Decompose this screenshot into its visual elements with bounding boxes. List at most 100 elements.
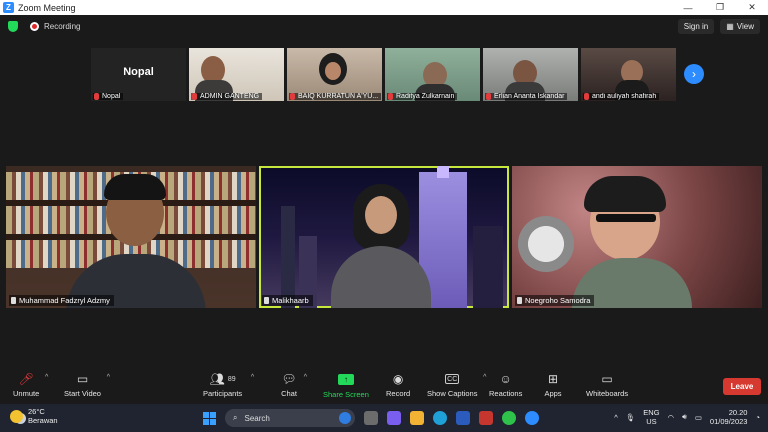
unmute-button[interactable]: 🎤︎ Unmute ^ xyxy=(13,372,48,398)
recording-label: Recording xyxy=(44,21,81,31)
mic-icon[interactable]: 🎙︎ xyxy=(626,413,636,422)
close-icon[interactable]: ✕ xyxy=(736,0,768,15)
participant-thumbnail[interactable]: andi auliyah shafirah xyxy=(581,48,676,101)
file-explorer-icon[interactable] xyxy=(410,411,424,425)
taskbar-search[interactable]: ⌕ Search xyxy=(225,409,355,427)
participant-thumbnail[interactable]: ADMIN GANTENG xyxy=(189,48,284,101)
battery-icon[interactable]: ▭ xyxy=(695,413,702,422)
chevron-up-icon[interactable]: ^ xyxy=(45,374,48,381)
grid-icon: ▦ xyxy=(726,22,734,31)
teams-icon[interactable] xyxy=(387,411,401,425)
maximize-icon[interactable]: ❐ xyxy=(704,0,736,15)
microphone xyxy=(518,216,574,272)
participant-strip: Nopal Nopal ADMIN GANTENG BAIQ KURRATUN … xyxy=(91,48,676,101)
mic-off-icon: 🎤︎ xyxy=(18,372,34,386)
search-icon: ⌕ xyxy=(233,413,238,422)
volume-icon[interactable]: 🔊︎ xyxy=(682,412,687,422)
participant-name: Raditya Zulkarnain xyxy=(387,93,458,100)
system-tray: ^ 🎙︎ ENG US ◠ 🔊︎ ▭ 20.20 01/09/2023 ◔ xyxy=(614,408,760,426)
meeting-topbar: Recording Sign in ▦ View xyxy=(0,15,768,37)
chevron-up-icon[interactable]: ^ xyxy=(483,374,486,381)
participant-video xyxy=(325,62,341,80)
share-screen-button[interactable]: ↑ Share Screen xyxy=(323,372,369,399)
speaker-name: Noegroho Samodra xyxy=(515,295,595,306)
participant-center-name: Nopal xyxy=(123,66,154,78)
pin-icon xyxy=(11,297,16,304)
participant-thumbnail[interactable]: Erlian Ananta Iskandar xyxy=(483,48,578,101)
chevron-up-icon[interactable]: ^ xyxy=(614,413,618,422)
chevron-up-icon[interactable]: ^ xyxy=(107,374,110,381)
speaker-name: Muhammad Fadzryl Adzmy xyxy=(9,295,114,306)
participant-name: Erlian Ananta Iskandar xyxy=(485,93,568,100)
active-speaker-tile[interactable]: Malikhaarb xyxy=(259,166,509,308)
os-taskbar: 26°C Berawan ⌕ Search ^ 🎙︎ ENG US ◠ 🔊︎ ▭… xyxy=(0,404,768,432)
window-titlebar: Z Zoom Meeting — ❐ ✕ xyxy=(0,0,768,15)
recording-icon xyxy=(30,21,39,31)
speaker-tile[interactable]: Muhammad Fadzryl Adzmy xyxy=(6,166,256,308)
participant-thumbnail[interactable]: Nopal Nopal xyxy=(91,48,186,101)
edge-icon[interactable] xyxy=(433,411,447,425)
task-view-icon[interactable] xyxy=(364,411,378,425)
mic-muted-icon xyxy=(94,93,99,100)
clock[interactable]: 20.20 01/09/2023 xyxy=(710,408,748,426)
security-shield-icon[interactable] xyxy=(8,20,18,32)
speaker-video xyxy=(331,246,431,308)
building xyxy=(473,226,503,308)
speaker-stage: Muhammad Fadzryl Adzmy Malikhaarb Noegro… xyxy=(6,166,762,308)
captions-icon: CC xyxy=(445,374,460,384)
chevron-up-icon[interactable]: ^ xyxy=(304,374,307,381)
pin-icon xyxy=(264,297,269,304)
next-page-button[interactable]: › xyxy=(684,64,704,84)
mic-muted-icon xyxy=(486,93,491,100)
participant-thumbnail[interactable]: Raditya Zulkarnain xyxy=(385,48,480,101)
building xyxy=(437,166,449,178)
mic-muted-icon xyxy=(388,93,393,100)
apps-button[interactable]: ⊞ Apps xyxy=(544,372,562,398)
partly-cloudy-icon xyxy=(10,409,23,423)
wifi-icon[interactable]: ◠ xyxy=(668,413,675,422)
speaker-video xyxy=(584,176,666,212)
time: 20.20 xyxy=(728,408,748,417)
start-video-button[interactable]: ▭ Start Video ^ xyxy=(64,372,110,398)
share-screen-icon: ↑ xyxy=(337,374,354,385)
speaker-tile[interactable]: Noegroho Samodra xyxy=(512,166,762,308)
participant-name: ADMIN GANTENG xyxy=(191,93,263,100)
speaker-video xyxy=(104,174,166,200)
show-captions-button[interactable]: CC Show Captions ^ xyxy=(427,372,486,398)
word-icon[interactable] xyxy=(456,411,470,425)
reactions-button[interactable]: ☺ Reactions xyxy=(489,372,522,398)
search-placeholder: Search xyxy=(244,413,270,423)
mic-muted-icon xyxy=(584,93,589,100)
chevron-up-icon[interactable]: ^ xyxy=(251,374,254,381)
language-indicator[interactable]: ENG US xyxy=(643,408,659,426)
record-icon: ◉ xyxy=(392,372,404,386)
mic-muted-icon xyxy=(290,93,295,100)
zoom-logo-icon: Z xyxy=(3,2,14,13)
chat-icon: 💬︎ xyxy=(281,372,297,386)
window-controls: — ❐ ✕ xyxy=(672,0,768,15)
app-icon[interactable] xyxy=(479,411,493,425)
minimize-icon[interactable]: — xyxy=(672,0,704,15)
sign-in-button[interactable]: Sign in xyxy=(677,19,715,34)
apps-icon: ⊞ xyxy=(547,372,559,386)
view-button[interactable]: ▦ View xyxy=(720,19,760,34)
weather-widget[interactable]: 26°C Berawan xyxy=(10,407,58,425)
windows-start-icon[interactable] xyxy=(203,411,216,425)
record-button[interactable]: ◉ Record xyxy=(386,372,410,398)
whiteboards-button[interactable]: ▭ Whiteboards xyxy=(586,372,628,398)
leave-button[interactable]: Leave xyxy=(723,378,761,395)
mic-muted-icon xyxy=(192,93,197,100)
video-off-icon: ▭ xyxy=(76,372,89,386)
whatsapp-icon[interactable] xyxy=(502,411,516,425)
glasses xyxy=(596,214,656,222)
bing-icon xyxy=(339,412,351,424)
speaker-name: Malikhaarb xyxy=(262,295,313,306)
participants-button[interactable]: 👥︎ 89 Participants ^ xyxy=(203,372,254,398)
chat-button[interactable]: 💬︎ Chat ^ xyxy=(280,372,307,398)
participant-thumbnail[interactable]: BAIQ KURRATUN A'YU... xyxy=(287,48,382,101)
zoom-taskbar-icon[interactable] xyxy=(525,411,539,425)
participant-name: andi auliyah shafirah xyxy=(583,93,660,100)
notification-icon[interactable]: ◔ xyxy=(755,413,760,422)
weather-condition: Berawan xyxy=(28,416,58,425)
temperature: 26°C xyxy=(28,407,45,416)
